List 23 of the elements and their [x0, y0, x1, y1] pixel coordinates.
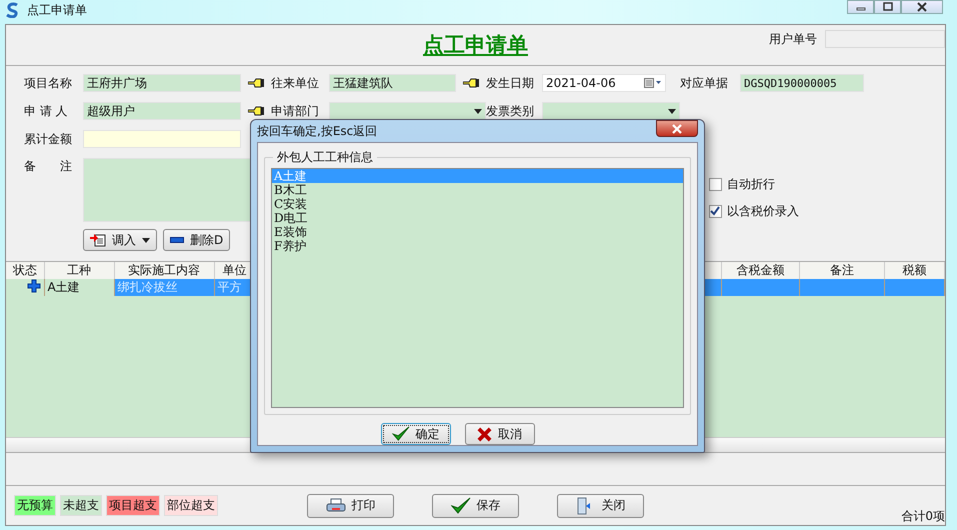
field-label: 项目名称: [24, 74, 73, 92]
window-title: 点工申请单: [27, 2, 87, 18]
field-label: 用户单号: [769, 30, 817, 48]
legend-tag: 项目超支: [106, 495, 160, 516]
field-label: 对应单据: [680, 74, 729, 92]
legend-tag: 未超支: [60, 495, 102, 516]
checkbox-label: 以含税价录入: [727, 203, 799, 220]
table-cell: 绑扎冷拔丝: [114, 279, 214, 296]
checkbox-label: 自动折行: [727, 176, 775, 193]
legend-tag: 部位超支: [164, 495, 218, 516]
field-label: 发生日期: [486, 74, 535, 92]
field-label: 往来单位: [271, 74, 320, 92]
dialog-title: 按回车确定,按Esc返回: [257, 122, 378, 140]
form-title: 点工申请单: [423, 32, 528, 59]
field-label: 累计金额: [24, 130, 73, 148]
status-text: 合计0项: [901, 508, 945, 525]
field-label: 申 请 人: [24, 102, 69, 120]
group-title: 外包人工工种信息: [273, 149, 377, 166]
table-cell: A土建: [44, 279, 114, 296]
field-label: 申请部门: [271, 102, 320, 120]
field-label: 备 注: [24, 158, 73, 175]
legend-tag: 无预算: [14, 495, 56, 516]
field-label: 发票类别: [486, 102, 535, 120]
